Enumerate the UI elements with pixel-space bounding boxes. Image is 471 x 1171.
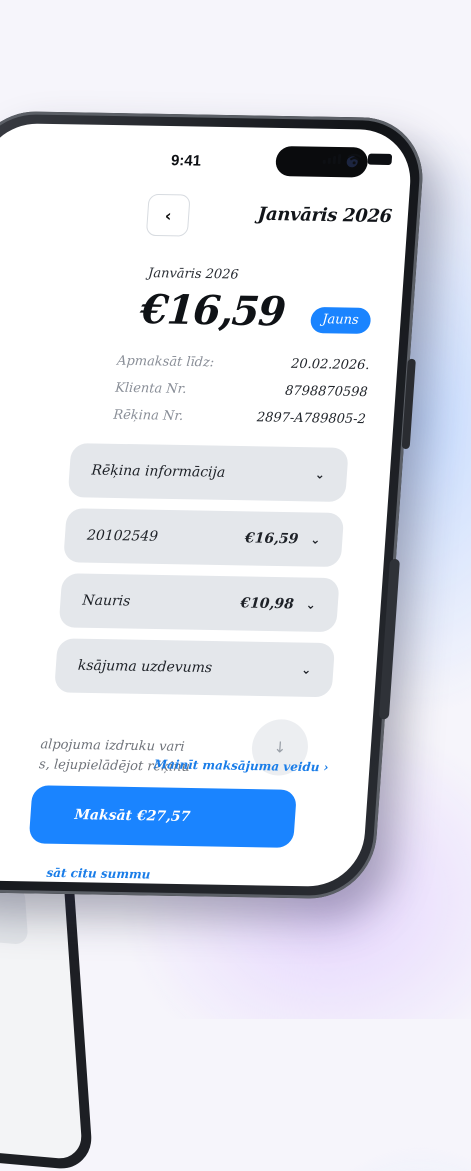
- status-bar: 9:41: [0, 123, 414, 187]
- meta-value: 20.02.2026.: [290, 356, 371, 374]
- battery-icon: [367, 153, 393, 165]
- chevron-down-icon: ⌄: [305, 597, 317, 612]
- accordion-amount: €16,59: [244, 530, 299, 548]
- accordion-label: ksājuma uzdevums: [77, 657, 213, 677]
- phone-mockup: 9:41 ‹ Janvāris 2026 Janvāris 2026 €16,5…: [0, 110, 427, 900]
- download-icon: ↓: [273, 738, 287, 757]
- accordion-invoice-info[interactable]: Rēķina informācija ⌄: [67, 443, 349, 503]
- page-title: Janvāris 2026: [257, 203, 393, 228]
- chevron-down-icon: ⌄: [314, 467, 326, 482]
- chevron-down-icon: ⌄: [309, 532, 321, 547]
- meta-value: 8798870598: [284, 383, 369, 401]
- wifi-icon: [347, 153, 362, 165]
- chevron-down-icon: ⌄: [300, 662, 312, 677]
- system-icons: [322, 153, 393, 165]
- accordion-service-20102549[interactable]: 20102549 €16,59 ⌄: [63, 508, 345, 568]
- chevron-left-icon: ‹: [164, 205, 173, 225]
- invoice-period: Janvāris 2026: [147, 266, 240, 283]
- accordion-amount: €10,98: [239, 595, 295, 613]
- status-badge: Jauns: [309, 306, 372, 335]
- pay-button[interactable]: Maksāt €27,57: [28, 785, 297, 848]
- accordion-label: Nauris: [81, 592, 131, 610]
- invoice-meta: Apmaksāt līdz: 20.02.2026. Klienta Nr. 8…: [112, 354, 370, 440]
- meta-label: Apmaksāt līdz:: [116, 353, 215, 371]
- meta-label: Rēķina Nr.: [112, 407, 184, 424]
- back-button[interactable]: ‹: [145, 193, 191, 237]
- accordion-service-nauris[interactable]: Nauris €10,98 ⌄: [58, 573, 340, 633]
- header: ‹ Janvāris 2026: [145, 193, 393, 242]
- pay-other-amount-link[interactable]: sāt citu summu: [46, 866, 151, 882]
- meta-row-invoice-number: Rēķina Nr. 2897-A789805-2: [112, 408, 366, 439]
- status-time: 9:41: [170, 152, 202, 170]
- meta-label: Klienta Nr.: [114, 380, 188, 397]
- phone-screen: 9:41 ‹ Janvāris 2026 Janvāris 2026 €16,5…: [0, 122, 414, 888]
- signal-icon: [322, 154, 342, 165]
- app-store-screenshot: 9:41 ‹ Janvāris 2026 Janvāris 2026 €16,5…: [0, 0, 471, 1171]
- accordion-label: 20102549: [86, 527, 159, 545]
- meta-value: 2897-A789805-2: [256, 410, 367, 428]
- invoice-amount: €16,59: [139, 285, 287, 336]
- accordion-label: Rēķina informācija: [90, 462, 226, 481]
- accordion-payment-order[interactable]: ksājuma uzdevums ⌄: [54, 638, 336, 698]
